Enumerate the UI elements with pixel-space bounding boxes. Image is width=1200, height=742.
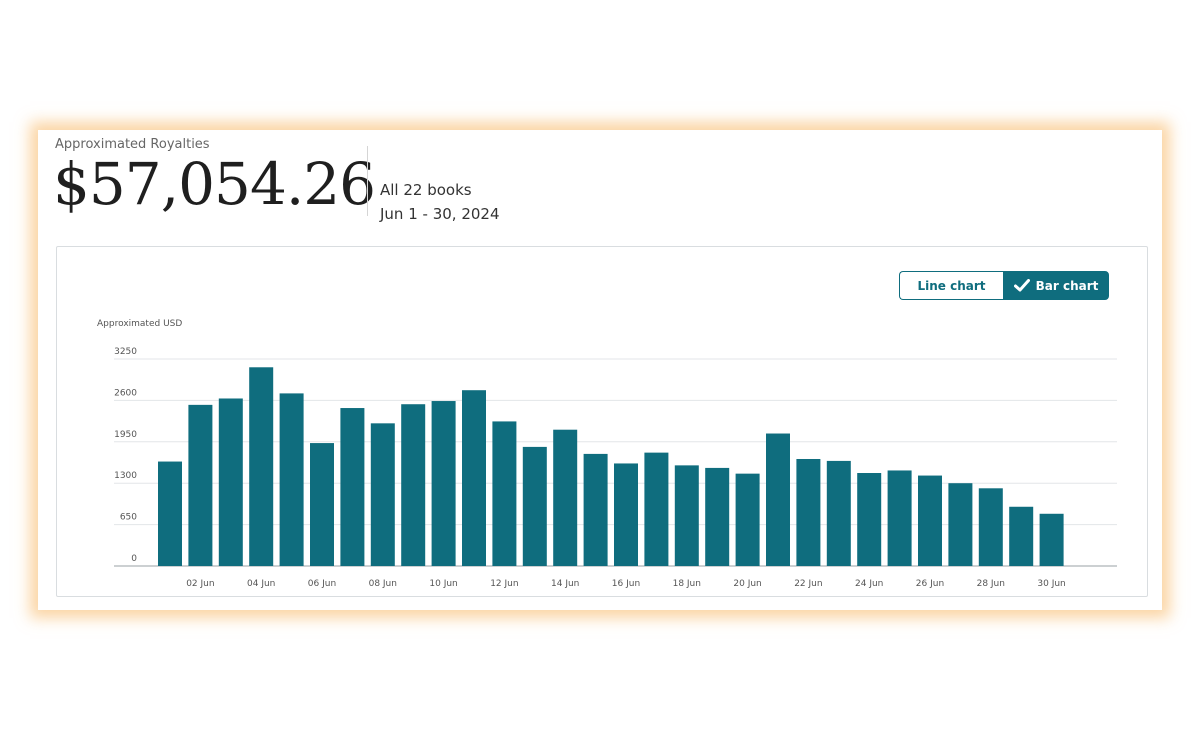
bar[interactable] [644,452,669,566]
bar[interactable] [370,423,395,566]
y-tick-label: 2600 [114,388,137,398]
x-tick-label: 26 Jun [916,579,944,589]
x-tick-label: 06 Jun [308,579,336,589]
bar[interactable] [796,458,821,566]
x-tick-label: 04 Jun [247,579,275,589]
bar[interactable] [674,465,699,566]
x-tick-label: 16 Jun [612,579,640,589]
y-axis-label: Approximated USD [97,319,182,329]
bar[interactable] [188,404,213,566]
bar[interactable] [522,446,547,566]
bar[interactable] [553,429,578,566]
bar-chart-label: Bar chart [1035,278,1099,293]
chart-panel: Approximated USD 0 650 1300 1950 2600 3250 02… [56,246,1148,597]
bar[interactable] [158,461,182,566]
x-tick-label: 10 Jun [429,579,457,589]
books-scope: All 22 books [380,181,472,199]
bar[interactable] [735,473,760,566]
header-divider [367,146,368,216]
bar[interactable] [310,443,334,566]
bar-chart-button[interactable]: Bar chart [1003,271,1109,300]
bar[interactable] [826,460,851,566]
x-tick-label: 28 Jun [977,579,1005,589]
bar[interactable] [279,393,304,566]
royalties-card: Approximated Royalties $57,054.26 All 22… [38,130,1162,610]
bar[interactable] [249,367,274,566]
y-tick-label: 1950 [114,430,137,440]
line-chart-label: Line chart [917,278,986,293]
bar[interactable] [766,433,790,566]
bar[interactable] [614,463,638,566]
y-tick-label: 0 [131,554,137,564]
bar[interactable] [431,401,456,566]
bar[interactable] [492,421,517,566]
chart-type-toggle: Line chart Bar chart [899,271,1109,300]
x-tick-label: 24 Jun [855,579,883,589]
y-tick-label: 650 [120,513,137,523]
bar[interactable] [948,483,973,566]
line-chart-button[interactable]: Line chart [899,271,1003,300]
x-tick-label: 14 Jun [551,579,579,589]
bar[interactable] [218,398,243,566]
bar[interactable] [1039,513,1064,566]
summary: All 22 books Jun 1 - 30, 2024 [380,178,500,226]
x-tick-label: 22 Jun [794,579,822,589]
x-tick-label: 08 Jun [369,579,397,589]
y-tick-label: 3250 [114,347,137,357]
x-tick-label: 18 Jun [673,579,701,589]
bar[interactable] [1009,506,1034,566]
bar[interactable] [705,467,730,566]
royalties-amount: $57,054.26 [53,150,376,218]
bar[interactable] [978,488,1003,566]
check-icon [1013,279,1030,292]
bar[interactable] [583,453,608,566]
bar[interactable] [340,408,365,566]
x-tick-label: 12 Jun [490,579,518,589]
x-tick-label: 30 Jun [1037,579,1065,589]
bar[interactable] [401,404,426,566]
date-range: Jun 1 - 30, 2024 [380,205,500,223]
y-tick-label: 1300 [114,471,137,481]
bar[interactable] [462,390,486,566]
x-tick-label: 02 Jun [186,579,214,589]
bar[interactable] [857,473,882,566]
bar[interactable] [918,475,942,566]
x-tick-label: 20 Jun [733,579,761,589]
bar[interactable] [887,470,912,566]
